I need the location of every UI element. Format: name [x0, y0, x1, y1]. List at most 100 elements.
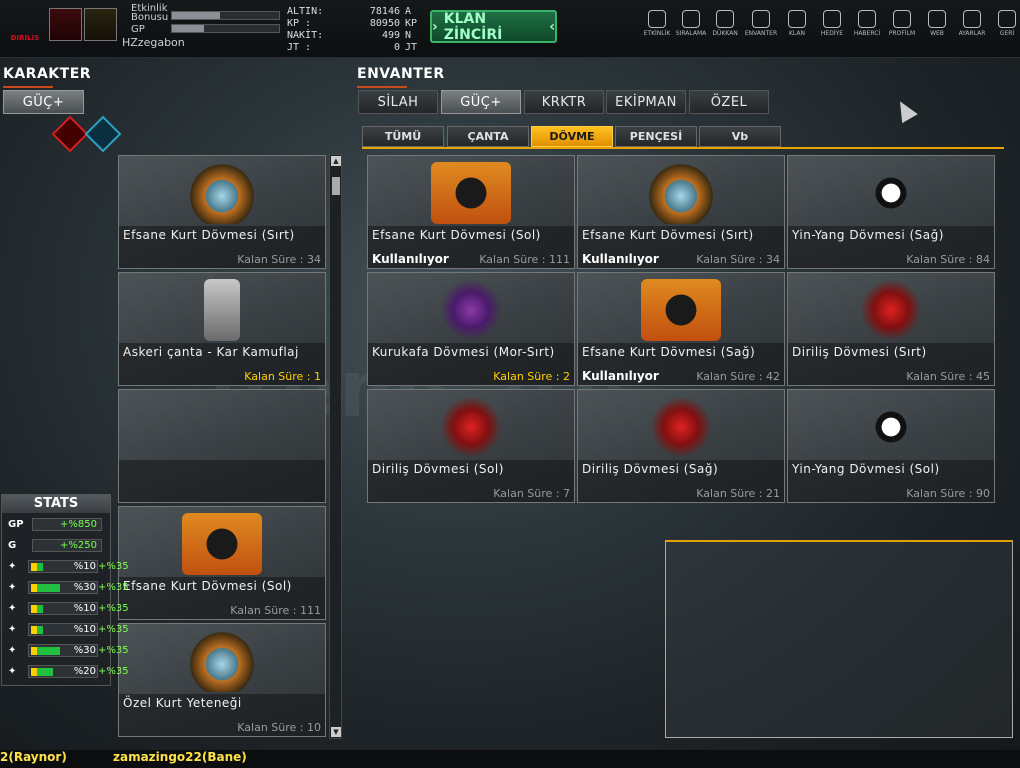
nav-dukkan[interactable]: DÜKKAN: [708, 10, 742, 37]
subtab-4[interactable]: Vb: [699, 126, 781, 147]
scroll-down-icon[interactable]: ▼: [331, 727, 341, 737]
equipped-slot[interactable]: Özel Kurt Yeteneği Kalan Süre : 10: [118, 623, 326, 737]
equipped-slot[interactable]: Efsane Kurt Dövmesi (Sırt) Kalan Süre : 3…: [118, 155, 326, 269]
hediye-icon: [823, 10, 841, 28]
inventory-item[interactable]: Yin-Yang Dövmesi (Sağ) Kalan Süre : 84: [787, 155, 995, 269]
subtab-1[interactable]: ÇANTA: [447, 126, 529, 147]
g-icon: G: [8, 540, 17, 551]
remaining-time: Kalan Süre : 21: [696, 487, 780, 500]
scroll-thumb[interactable]: [332, 177, 340, 195]
item-image: [851, 396, 931, 458]
remaining-time: Kalan Süre : 2: [493, 370, 570, 383]
nav-envanter[interactable]: ENVANTER: [744, 10, 778, 37]
inventory-item[interactable]: Efsane Kurt Dövmesi (Sırt) Kullanılıyor Ka…: [577, 155, 785, 269]
stat-gp: GP +%850: [4, 518, 204, 532]
equipped-slot[interactable]: Askeri çanta - Kar Kamuflaj Kalan Süre : …: [118, 272, 326, 386]
chat-name[interactable]: 2(Raynor): [0, 750, 67, 764]
envanter-title: ENVANTER: [357, 66, 445, 82]
currency-label: ALTIN:: [287, 6, 324, 17]
item-image: [431, 396, 511, 458]
item-name: Efsane Kurt Dövmesi (Sol): [372, 228, 541, 242]
stat-row: ✦ %10 +%35: [4, 623, 204, 637]
nav-label: PROFİLM: [888, 30, 916, 37]
rank-emblem[interactable]: [84, 8, 117, 41]
item-name: Diriliş Dövmesi (Sağ): [582, 462, 719, 476]
inventory-item[interactable]: Diriliş Dövmesi (Sağ) Kalan Süre : 21: [577, 389, 785, 503]
remaining-time: Kalan Süre : 84: [906, 253, 990, 266]
nav-label: KLAN: [788, 30, 805, 37]
scroll-up-icon[interactable]: ▲: [331, 156, 341, 166]
subtab-3[interactable]: PENÇESİ: [615, 126, 697, 147]
remaining-time: Kalan Süre : 7: [493, 487, 570, 500]
nav-label: HABERCİ: [853, 30, 881, 37]
nav-label: ETKİNLİK: [643, 30, 671, 37]
username: HZzegabon: [122, 36, 185, 49]
nav-label: DÜKKAN: [712, 30, 738, 37]
envanter-underline: [357, 86, 407, 88]
stat-bonus: +%35: [98, 603, 129, 614]
currency-label: KP :: [287, 18, 312, 29]
stat-row: ✦ %10 +%35: [4, 602, 204, 616]
nav-hediye[interactable]: HEDİYE: [815, 10, 849, 37]
tab-0[interactable]: SİLAH: [358, 90, 438, 114]
karakter-scrollbar[interactable]: ▲ ▼: [329, 154, 342, 739]
remaining-time: Kalan Süre : 34: [237, 253, 321, 266]
haberci-icon: [858, 10, 876, 28]
tab-3[interactable]: EKİPMAN: [606, 90, 686, 114]
nav-geri[interactable]: GERİ: [990, 10, 1020, 37]
klan-zinciri-button[interactable]: › KLAN ZİNCİRİ ‹: [430, 10, 557, 43]
in-use-label: Kullanılıyor: [372, 252, 449, 266]
nav-klan[interactable]: KLAN: [780, 10, 814, 37]
nav-label: AYARLAR: [958, 30, 986, 37]
nav-haberci[interactable]: HABERCİ: [850, 10, 884, 37]
clan-emblem[interactable]: [49, 8, 82, 41]
nav-label: ENVANTER: [744, 30, 778, 37]
etkinlik-icon: [648, 10, 666, 28]
subtab-2[interactable]: DÖVME: [531, 126, 613, 147]
nav-ayarlar[interactable]: AYARLAR: [955, 10, 989, 37]
stat-row: ✦ %20 +%35: [4, 665, 204, 679]
siralama-icon: [682, 10, 700, 28]
stat-bonus: +%35: [98, 645, 129, 656]
karakter-title: KARAKTER: [3, 66, 92, 82]
inventory-item[interactable]: Yin-Yang Dövmesi (Sol) Kalan Süre : 90: [787, 389, 995, 503]
bonusu-label: Bonusu: [131, 12, 169, 23]
dukkan-icon: [716, 10, 734, 28]
stat-value: %20: [73, 666, 96, 677]
profilm-icon: [893, 10, 911, 28]
currency-label: JT :: [287, 42, 312, 53]
in-use-label: Kullanılıyor: [582, 369, 659, 383]
equipped-slot[interactable]: [118, 389, 326, 503]
nav-profilm[interactable]: PROFİLM: [885, 10, 919, 37]
item-name: Efsane Kurt Dövmesi (Sırt): [582, 228, 754, 242]
remaining-time: Kalan Süre : 34: [696, 253, 780, 266]
tab-karakter-guc[interactable]: GÜÇ+: [3, 90, 84, 114]
subtab-0[interactable]: TÜMÜ: [362, 126, 444, 147]
currency-value: 0: [393, 42, 400, 53]
remaining-time: Kalan Süre : 111: [479, 253, 570, 266]
inventory-item[interactable]: Diriliş Dövmesi (Sol) Kalan Süre : 7: [367, 389, 575, 503]
remaining-time: Kalan Süre : 10: [237, 721, 321, 734]
in-use-label: Kullanılıyor: [582, 252, 659, 266]
inventory-item[interactable]: Efsane Kurt Dövmesi (Sağ) Kullanılıyor Kal…: [577, 272, 785, 386]
filter-underline: [362, 147, 1004, 149]
tab-1[interactable]: GÜÇ+: [441, 90, 521, 114]
item-name: Diriliş Dövmesi (Sol): [372, 462, 504, 476]
inventory-item[interactable]: Efsane Kurt Dövmesi (Sol) Kullanılıyor Kal…: [367, 155, 575, 269]
item-image: [641, 279, 721, 341]
tab-2[interactable]: KRKTR: [524, 90, 604, 114]
remaining-time: Kalan Süre : 42: [696, 370, 780, 383]
nav-etkinlik[interactable]: ETKİNLİK: [640, 10, 674, 37]
nav-web[interactable]: WEB: [920, 10, 954, 37]
heal-icon: ✦: [8, 624, 17, 635]
inventory-item[interactable]: Kurukafa Dövmesi (Mor-Sırt) Kalan Süre : …: [367, 272, 575, 386]
stat-row: ✦ %30 +%35: [4, 581, 204, 595]
currency-value: 80950: [369, 18, 400, 29]
etkinlik-bonus-bar: [171, 11, 280, 20]
recoil-icon: ✦: [8, 645, 17, 656]
inventory-item[interactable]: Diriliş Dövmesi (Sırt) Kalan Süre : 45: [787, 272, 995, 386]
nav-siralama[interactable]: SIRALAMA: [674, 10, 708, 37]
chat-name[interactable]: zamazingo22(Bane): [113, 750, 247, 764]
tab-4[interactable]: ÖZEL: [689, 90, 769, 114]
nav-label: SIRALAMA: [675, 30, 707, 37]
